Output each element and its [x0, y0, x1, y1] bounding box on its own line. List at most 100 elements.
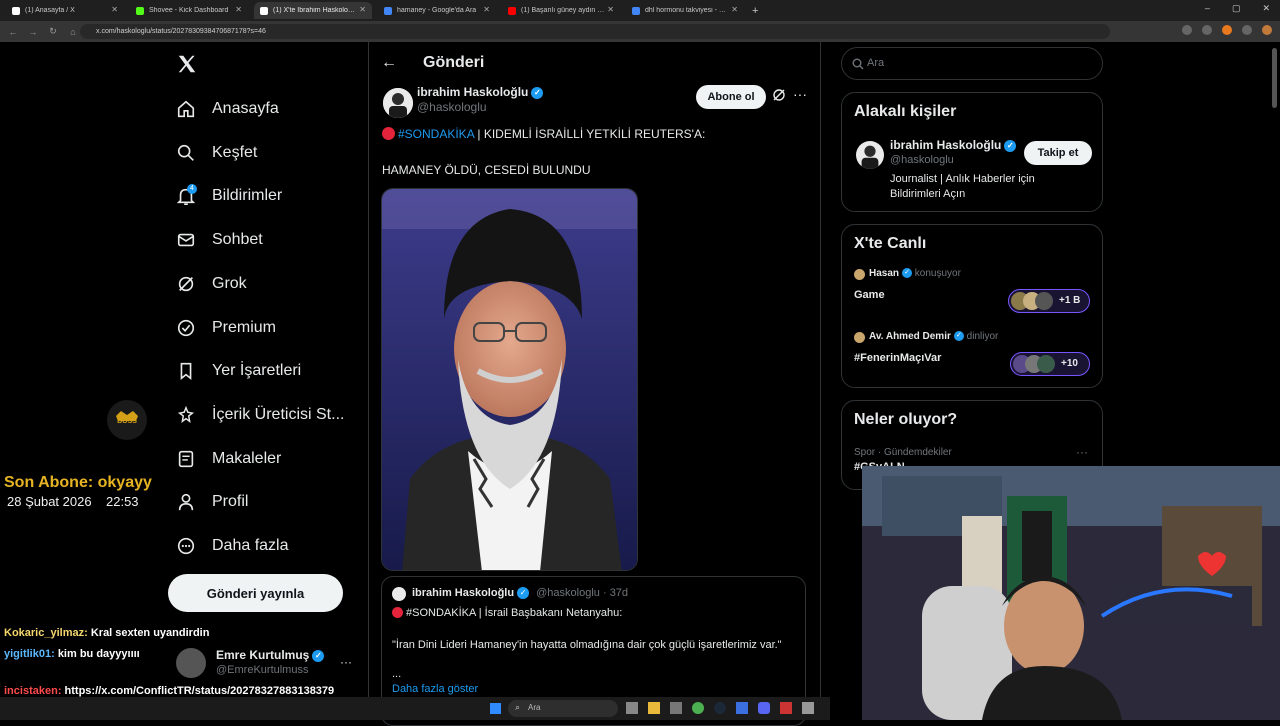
browser-tab[interactable]: (1) Başarılı güney aydın - You ✕ — [502, 2, 620, 19]
post-text-rest: | KIDEMLİ İSRAİLLİ YETKİLİ REUTERS'A: — [474, 127, 706, 141]
nav-item-article[interactable]: Makaleler — [176, 444, 281, 474]
nav-item-label: Bildirimler — [212, 187, 283, 205]
nav-item-home[interactable]: Anasayfa — [176, 94, 279, 124]
host-row: Hasan ✓ konuşuyor — [869, 268, 961, 279]
more-icon — [176, 536, 196, 556]
search-input[interactable]: Ara — [867, 57, 884, 69]
quoted-line1: #SONDAKİKA | İsrail Başbakanı Netanyahu: — [392, 607, 622, 619]
trends-title: Neler oluyor? — [854, 411, 958, 428]
reply-name-row: Emre Kurtulmuş ✓ — [216, 648, 325, 662]
app-icon[interactable] — [670, 702, 682, 714]
tab-close-icon[interactable]: ✕ — [111, 5, 118, 14]
tab-favicon-icon — [260, 6, 268, 15]
follow-button[interactable]: Takip et — [1024, 141, 1092, 165]
new-tab-button[interactable]: + — [752, 5, 758, 17]
discord-icon[interactable] — [758, 702, 770, 714]
related-handle[interactable]: @haskologlu — [890, 154, 954, 166]
quoted-line1-text: #SONDAKİKA | İsrail Başbakanı Netanyahu: — [406, 607, 623, 619]
quoted-author-handle: @haskologlu — [536, 587, 600, 599]
streamer-logo-text: BOSS — [117, 418, 137, 425]
reply-avatar[interactable] — [176, 648, 206, 678]
nav-item-search[interactable]: Keşfet — [176, 138, 257, 168]
browser-tab[interactable]: (1) Anasayfa / X ✕ — [6, 2, 124, 19]
nav-item-label: Premium — [212, 318, 277, 336]
app-icon[interactable] — [736, 702, 748, 714]
profile-icon[interactable] — [1262, 25, 1272, 35]
app-icon[interactable] — [802, 702, 814, 714]
author-handle[interactable]: @haskologlu — [417, 100, 487, 114]
red-dot-icon — [382, 127, 395, 140]
reply-more-icon[interactable]: ··· — [340, 655, 352, 669]
post-button[interactable]: Gönderi yayınla — [168, 574, 343, 612]
reply-name[interactable]: Emre Kurtulmuş — [216, 648, 309, 662]
close-window-button[interactable]: ✕ — [1262, 3, 1270, 14]
url-field[interactable]: x.com/haskologlu/status/2027830938470687… — [80, 24, 1110, 39]
show-more-link[interactable]: Daha fazla göster — [392, 683, 478, 695]
search-box[interactable]: Ara — [841, 47, 1103, 80]
author-name[interactable]: ibrahim Haskoloğlu — [417, 85, 528, 99]
nav-item-grok[interactable]: Grok — [176, 269, 247, 299]
browser-tab[interactable]: (1) X'te İbrahim Haskoloğlu: " ✕ — [254, 2, 372, 19]
maximize-button[interactable]: ▢ — [1232, 3, 1241, 14]
tab-close-icon[interactable]: ✕ — [483, 5, 490, 14]
back-arrow-icon[interactable]: ← — [381, 54, 397, 72]
subscribe-button[interactable]: Abone ol — [696, 85, 766, 109]
page-title: Gönderi — [423, 54, 485, 71]
extension-icon[interactable] — [1242, 25, 1252, 35]
folder-icon[interactable] — [648, 702, 660, 714]
reply-handle[interactable]: @EmreKurtulmuss — [216, 664, 308, 676]
listeners-pill[interactable]: +10 — [1010, 352, 1090, 376]
nav-item-person[interactable]: Profil — [176, 487, 248, 517]
nav-item-bookmark[interactable]: Yer İşaretleri — [176, 356, 301, 386]
nav-item-more[interactable]: Daha fazla — [176, 531, 289, 561]
nav-item-bell[interactable]: 4 Bildirimler — [176, 181, 282, 211]
browser-tab-bar: (1) Anasayfa / X ✕ Shovee - Kick Dashboard… — [0, 0, 1280, 21]
chrome-icon[interactable] — [692, 702, 704, 714]
home-nav-icon[interactable]: ⌂ — [66, 27, 80, 37]
browser-tab[interactable]: hamaney - Google'da Ara ✕ — [378, 2, 496, 19]
reload-icon[interactable]: ↻ — [46, 26, 60, 37]
post-image[interactable] — [381, 188, 638, 571]
article-icon — [176, 449, 196, 469]
hashtag-link[interactable]: #SONDAKİKA — [398, 127, 474, 141]
minimize-button[interactable]: – — [1205, 3, 1210, 14]
address-bar-row: ← → ↻ ⌂ x.com/haskologlu/status/20278309… — [0, 21, 1280, 42]
tab-close-icon[interactable]: ✕ — [731, 5, 738, 14]
tab-close-icon[interactable]: ✕ — [359, 5, 366, 14]
tab-favicon-icon — [508, 6, 516, 15]
tab-close-icon[interactable]: ✕ — [235, 5, 242, 14]
tab-favicon-icon — [384, 6, 392, 15]
live-title: X'te Canlı — [854, 235, 927, 252]
related-bio: Journalist | Anlık Haberler için Bildiri… — [890, 173, 1035, 200]
related-name[interactable]: ibrahim Haskoloğlu — [890, 138, 1001, 152]
chat-separator: : — [51, 648, 58, 660]
nav-item-label: Sohbet — [212, 231, 263, 249]
steam-icon[interactable] — [714, 702, 726, 714]
extension-icon[interactable] — [1222, 25, 1232, 35]
nav-item-label: Profil — [212, 493, 249, 511]
nav-item-premium[interactable]: Premium — [176, 313, 276, 343]
grok-action-icon[interactable] — [772, 88, 786, 102]
more-options-icon[interactable]: ··· — [793, 86, 807, 102]
page-scrollbar[interactable] — [1272, 48, 1277, 108]
tab-close-icon[interactable]: ✕ — [607, 5, 614, 14]
related-avatar[interactable] — [856, 141, 884, 169]
author-avatar[interactable] — [383, 88, 413, 118]
listeners-pill[interactable]: +1 B — [1008, 289, 1090, 313]
nav-item-mail[interactable]: Sohbet — [176, 225, 263, 255]
taskbar-search[interactable]: ⌕ Ara — [508, 700, 618, 717]
nav-item-creator[interactable]: İçerik Üreticisi St... — [176, 400, 344, 430]
trend-more-icon[interactable]: ··· — [1076, 445, 1088, 459]
x-logo[interactable] — [176, 53, 198, 75]
extension-icon[interactable] — [1182, 25, 1192, 35]
browser-tab[interactable]: dhl hormonu takviyesi - Google✕ — [626, 2, 744, 19]
browser-tab[interactable]: Shovee - Kick Dashboard ✕ — [130, 2, 248, 19]
forward-nav-icon[interactable]: → — [26, 27, 40, 37]
quoted-line2: "İran Dini Lideri Hamaney'in hayatta olm… — [392, 639, 782, 651]
back-nav-icon[interactable]: ← — [6, 27, 20, 37]
app-icon[interactable] — [626, 702, 638, 714]
app-icon[interactable] — [780, 702, 792, 714]
extension-icon[interactable] — [1202, 25, 1212, 35]
start-icon[interactable] — [490, 703, 501, 714]
overlay-date: 28 Şubat 2026 — [7, 494, 92, 509]
